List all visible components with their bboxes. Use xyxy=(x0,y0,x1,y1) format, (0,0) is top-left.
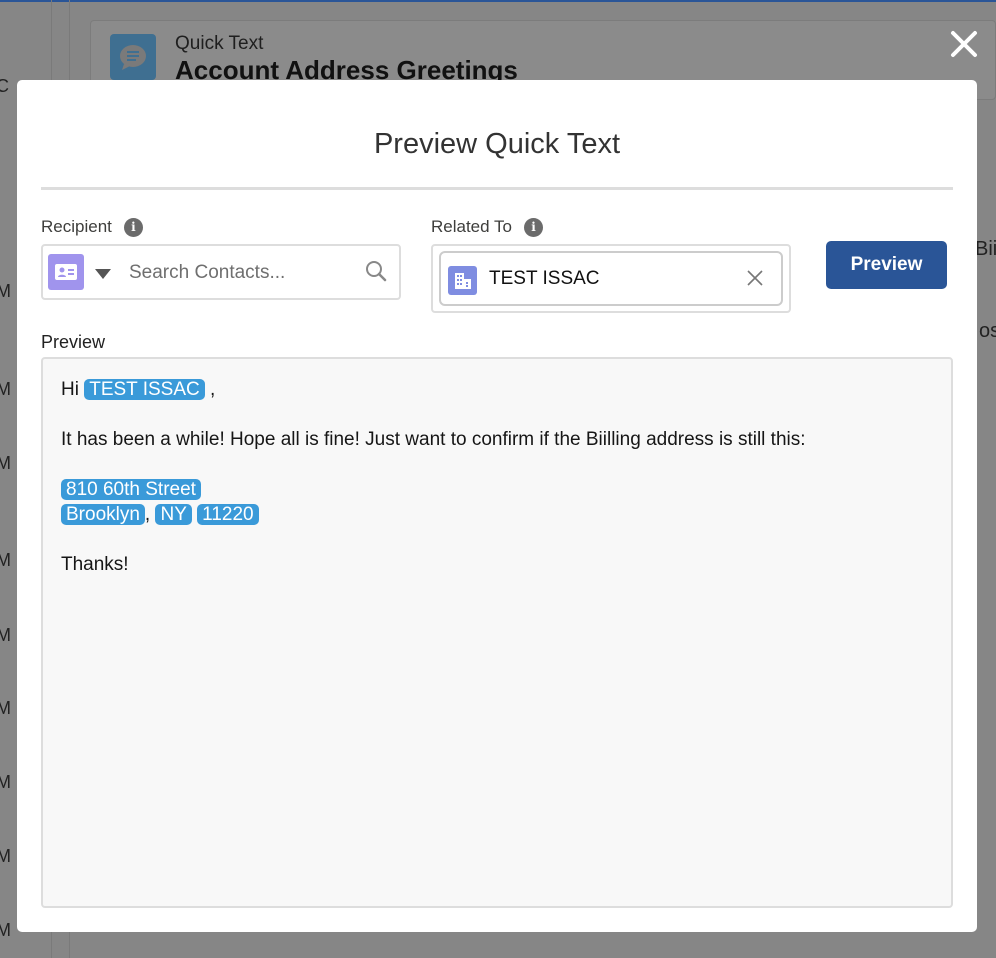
background-fragment: M xyxy=(0,698,11,718)
account-icon xyxy=(448,266,477,295)
background-fragment: os xyxy=(979,320,996,342)
recipient-lookup xyxy=(41,244,401,300)
contact-icon xyxy=(48,254,84,290)
merge-field-city: Brooklyn xyxy=(61,504,145,525)
background-fragment: C xyxy=(0,76,9,96)
related-to-label-text: Related To xyxy=(431,217,512,236)
recipient-label: Recipient i xyxy=(41,217,143,237)
quick-text-icon xyxy=(110,34,156,80)
recipient-label-text: Recipient xyxy=(41,217,112,236)
close-icon xyxy=(951,31,977,57)
background-fragment: M xyxy=(0,846,11,866)
background-fragment: M xyxy=(0,920,11,940)
address-block: 810 60th Street Brooklyn, NY 11220 xyxy=(61,477,933,527)
closing-text: Thanks! xyxy=(61,554,129,575)
preview-content: Hi TEST ISSAC , It has been a while! Hop… xyxy=(41,357,953,908)
close-button[interactable] xyxy=(948,28,980,60)
related-to-lookup: TEST ISSAC xyxy=(431,244,791,313)
greeting-punctuation: , xyxy=(204,379,216,400)
selected-record-pill[interactable]: TEST ISSAC xyxy=(439,251,783,306)
related-to-label: Related To i xyxy=(431,217,543,237)
preview-quick-text-modal: Preview Quick Text Recipient i Related T… xyxy=(17,80,977,932)
merge-field-street: 810 60th Street xyxy=(61,479,201,500)
background-fragment: M xyxy=(0,772,11,792)
object-type-dropdown[interactable] xyxy=(95,269,111,279)
greeting-text: Hi xyxy=(61,379,79,400)
info-icon[interactable]: i xyxy=(523,217,543,237)
info-icon[interactable]: i xyxy=(123,217,143,237)
merge-field-name: TEST ISSAC xyxy=(84,379,205,400)
modal-title: Preview Quick Text xyxy=(373,128,621,160)
body-text: It has been a while! Hope all is fine! J… xyxy=(61,429,806,450)
address-comma: , xyxy=(144,504,156,525)
preview-button[interactable]: Preview xyxy=(826,241,947,289)
search-contacts-input[interactable] xyxy=(129,260,359,286)
related-record-name: TEST ISSAC xyxy=(489,268,600,289)
clear-selection-icon[interactable] xyxy=(746,269,764,287)
background-fragment: M xyxy=(0,281,11,301)
merge-field-zip: 11220 xyxy=(197,504,259,525)
background-fragment: M xyxy=(0,625,11,645)
greeting-line: Hi TEST ISSAC , xyxy=(61,377,933,402)
preview-label: Preview xyxy=(41,332,106,352)
merge-field-state: NY xyxy=(155,504,192,525)
search-icon xyxy=(366,261,387,282)
background-fragment: M xyxy=(0,379,11,399)
divider xyxy=(41,187,953,190)
background-record-type: Quick Text xyxy=(175,33,264,54)
background-fragment: Bii xyxy=(975,238,996,260)
top-bar xyxy=(0,0,996,2)
background-fragment: M xyxy=(0,550,11,570)
background-fragment: M xyxy=(0,453,11,473)
